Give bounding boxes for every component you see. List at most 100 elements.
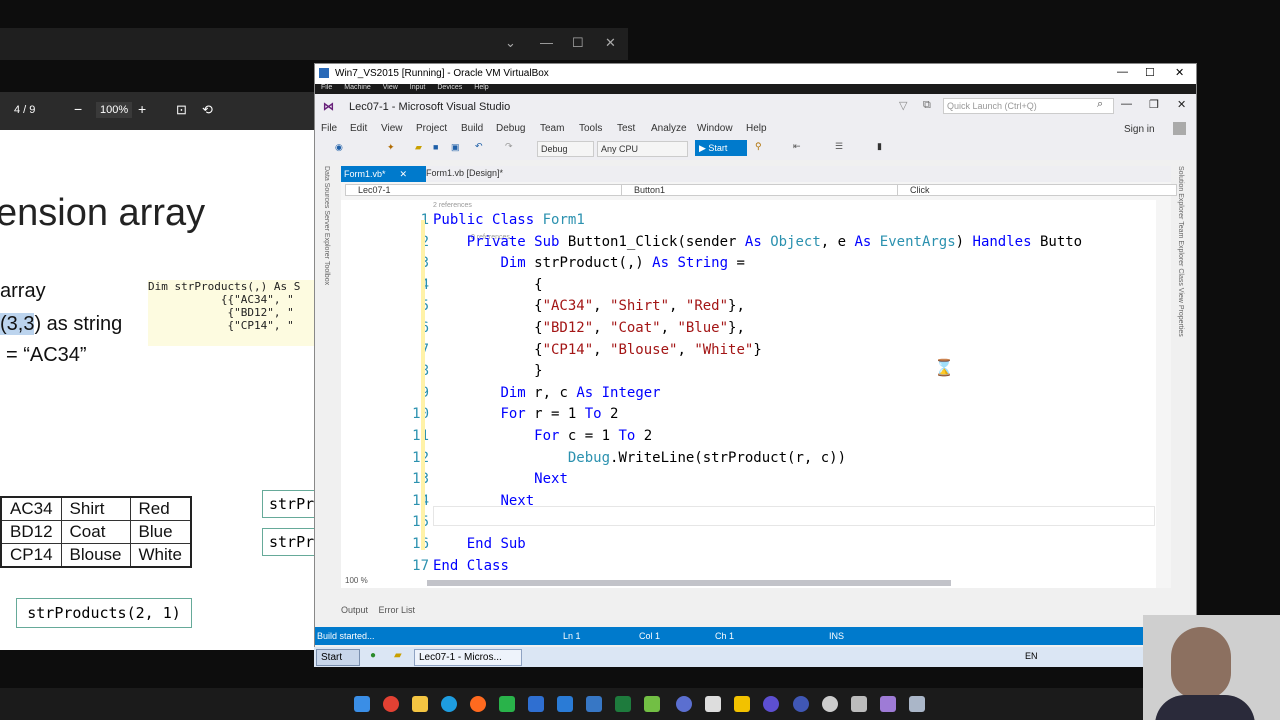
code-line[interactable]: } bbox=[433, 363, 542, 379]
code-line[interactable]: Next bbox=[433, 471, 568, 487]
new-project-icon[interactable]: ✦ bbox=[387, 142, 395, 153]
language-indicator[interactable]: EN bbox=[1025, 651, 1038, 661]
code-line[interactable]: End Class bbox=[433, 558, 509, 574]
menu-test[interactable]: Test bbox=[617, 123, 635, 134]
virtualbox-icon[interactable] bbox=[909, 696, 925, 712]
config-select[interactable]: Debug bbox=[537, 141, 594, 157]
close-icon[interactable]: ✕ bbox=[1177, 98, 1186, 111]
code-line[interactable]: Dim r, c As Integer bbox=[433, 385, 660, 401]
restore-icon[interactable]: ❐ bbox=[1149, 98, 1159, 111]
notepad-icon[interactable] bbox=[644, 696, 660, 712]
zoom-in-icon[interactable]: + bbox=[138, 101, 146, 117]
app-icon[interactable] bbox=[586, 696, 602, 712]
excel-icon[interactable] bbox=[615, 696, 631, 712]
open-icon[interactable]: ▰ bbox=[415, 142, 422, 153]
remote-icon[interactable] bbox=[676, 696, 692, 712]
project-dropdown[interactable]: Lec07-1 bbox=[345, 184, 625, 196]
code-editor[interactable]: 2 references 0 references 1Public Class … bbox=[341, 200, 1171, 588]
zoom-level[interactable]: 100% bbox=[96, 102, 133, 118]
vm-menu-help[interactable]: Help bbox=[474, 84, 488, 91]
close-icon[interactable]: ✕ bbox=[1175, 66, 1184, 79]
left-panel-tabs[interactable]: Data Sources Server Explorer Toolbox bbox=[323, 166, 330, 285]
minimize-icon[interactable]: — bbox=[1121, 98, 1132, 110]
feedback-icon[interactable]: ⧉ bbox=[923, 99, 931, 112]
ie-icon[interactable]: ● bbox=[370, 650, 376, 661]
attach-icon[interactable]: ⚲ bbox=[755, 141, 762, 152]
avatar[interactable] bbox=[1173, 122, 1186, 135]
menu-view[interactable]: View bbox=[381, 123, 403, 134]
file-explorer-icon[interactable] bbox=[412, 696, 428, 712]
menu-debug[interactable]: Debug bbox=[496, 123, 525, 134]
guest-start-button[interactable]: Start bbox=[316, 649, 360, 666]
line-icon[interactable] bbox=[499, 696, 515, 712]
code-line[interactable]: For c = 1 To 2 bbox=[433, 428, 652, 444]
cube-icon[interactable] bbox=[851, 696, 867, 712]
menu-tools[interactable]: Tools bbox=[579, 123, 602, 134]
team-explorer-tab[interactable]: Team Explorer bbox=[1177, 221, 1184, 266]
minimize-icon[interactable]: — bbox=[540, 35, 553, 50]
search-icon[interactable]: ⌕ bbox=[1097, 98, 1103, 111]
back-icon[interactable]: ◉ bbox=[335, 142, 343, 153]
rotate-icon[interactable]: ⟲ bbox=[202, 102, 213, 118]
zoom-out-icon[interactable]: − bbox=[74, 101, 82, 117]
tab-error-list[interactable]: Error List bbox=[379, 605, 416, 615]
word-icon[interactable] bbox=[528, 696, 544, 712]
save-all-icon[interactable]: ▣ bbox=[451, 142, 460, 153]
quick-launch-input[interactable]: Quick Launch (Ctrl+Q) bbox=[943, 98, 1114, 114]
toolbox-tab[interactable]: Toolbox bbox=[323, 261, 330, 285]
guest-task-vs[interactable]: Lec07-1 - Micros... bbox=[414, 649, 522, 666]
filter-icon[interactable]: ▽ bbox=[899, 99, 907, 112]
references-codelens[interactable]: 2 references bbox=[433, 202, 472, 209]
object-dropdown[interactable]: Button1 bbox=[621, 184, 901, 196]
close-icon[interactable]: ✕ bbox=[605, 35, 616, 51]
data-sources-tab[interactable]: Data Sources bbox=[323, 166, 330, 208]
vm-menu-file[interactable]: File bbox=[321, 84, 332, 91]
edge-icon[interactable] bbox=[441, 696, 457, 712]
code-line[interactable]: Debug.WriteLine(strProduct(r, c)) bbox=[433, 450, 846, 466]
vertical-scrollbar[interactable] bbox=[1156, 200, 1171, 588]
minimize-icon[interactable]: — bbox=[1117, 66, 1128, 78]
indent-icon[interactable]: ☰ bbox=[835, 141, 843, 152]
navigate-icon[interactable]: ⇤ bbox=[793, 141, 801, 152]
folder-icon[interactable]: ▰ bbox=[394, 650, 402, 661]
menu-help[interactable]: Help bbox=[746, 123, 767, 134]
menu-build[interactable]: Build bbox=[461, 123, 483, 134]
horizontal-scrollbar[interactable] bbox=[427, 580, 951, 586]
code-line[interactable]: {"CP14", "Blouse", "White"} bbox=[433, 342, 762, 358]
platform-select[interactable]: Any CPU bbox=[597, 141, 688, 157]
page-indicator[interactable]: 4 / 9 bbox=[14, 104, 35, 116]
menu-window[interactable]: Window bbox=[697, 123, 733, 134]
vm-menu-input[interactable]: Input bbox=[410, 84, 426, 91]
chevron-down-icon[interactable]: ⌄ bbox=[505, 35, 516, 51]
maximize-icon[interactable]: ☐ bbox=[572, 35, 584, 51]
tab-output[interactable]: Output bbox=[341, 605, 368, 615]
right-panel-tabs[interactable]: Solution Explorer Team Explorer Class Vi… bbox=[1177, 166, 1184, 337]
chrome-icon[interactable] bbox=[383, 696, 399, 712]
settings-icon[interactable] bbox=[793, 696, 809, 712]
server-explorer-tab[interactable]: Server Explorer bbox=[323, 210, 330, 259]
code-line[interactable]: {"BD12", "Coat", "Blue"}, bbox=[433, 320, 745, 336]
event-dropdown[interactable]: Click bbox=[897, 184, 1177, 196]
code-line[interactable]: Dim strProduct(,) As String = bbox=[433, 255, 744, 271]
class-view-tab[interactable]: Class View bbox=[1177, 268, 1184, 303]
visual-studio-icon[interactable] bbox=[880, 696, 896, 712]
code-line[interactable]: { bbox=[433, 277, 542, 293]
undo-icon[interactable]: ↶ bbox=[475, 141, 483, 152]
solution-explorer-tab[interactable]: Solution Explorer bbox=[1177, 166, 1184, 219]
menu-analyze[interactable]: Analyze bbox=[651, 123, 687, 134]
sticky-notes-icon[interactable] bbox=[734, 696, 750, 712]
code-line[interactable]: Private Sub Button1_Click(sender As Obje… bbox=[433, 234, 1082, 250]
tab-form1-vb[interactable]: Form1.vb* ✕ bbox=[341, 166, 426, 182]
fit-page-icon[interactable]: ⊡ bbox=[176, 102, 187, 118]
vm-menu-machine[interactable]: Machine bbox=[344, 84, 370, 91]
messenger-icon[interactable] bbox=[763, 696, 779, 712]
gear-icon[interactable] bbox=[822, 696, 838, 712]
code-line[interactable]: Public Class Form1 bbox=[433, 212, 585, 228]
firefox-icon[interactable] bbox=[470, 696, 486, 712]
vm-menu-devices[interactable]: Devices bbox=[437, 84, 462, 91]
sign-in-link[interactable]: Sign in bbox=[1124, 124, 1155, 135]
start-button[interactable]: ▶ Start bbox=[695, 140, 747, 156]
menu-file[interactable]: File bbox=[321, 123, 337, 134]
bookmark-icon[interactable]: ▮ bbox=[877, 141, 882, 152]
code-line[interactable]: End Sub bbox=[433, 536, 526, 552]
